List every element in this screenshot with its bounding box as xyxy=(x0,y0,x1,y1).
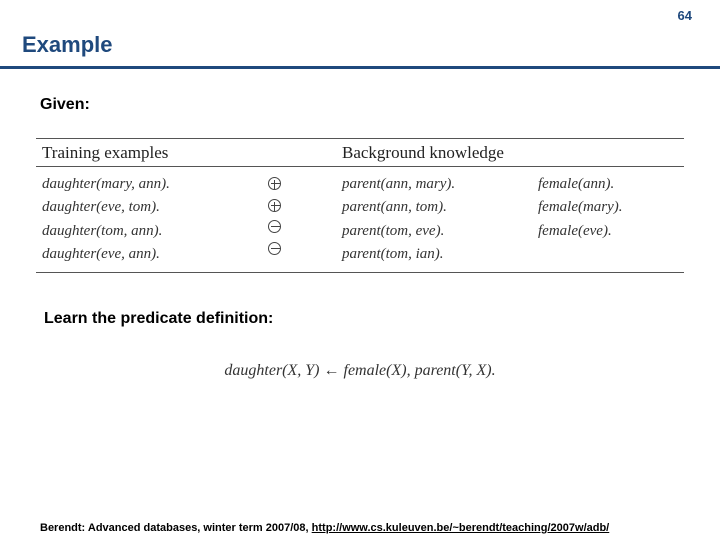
given-label: Given: xyxy=(40,96,90,114)
footer-link[interactable]: http://www.cs.kuleuven.be/~berendt/teach… xyxy=(312,522,610,534)
label-minus xyxy=(268,238,342,260)
bg-item: parent(ann, tom). xyxy=(342,196,538,219)
plus-icon xyxy=(268,199,281,212)
header-training: Training examples xyxy=(42,143,342,163)
plus-icon xyxy=(268,177,281,190)
table-header-row: Training examples Background knowledge xyxy=(36,139,684,166)
bg-item: female(ann). xyxy=(538,173,678,196)
training-item: daughter(mary, ann). xyxy=(42,173,268,196)
background-column-1: parent(ann, mary). parent(ann, tom). par… xyxy=(342,173,538,266)
minus-icon xyxy=(268,220,281,233)
label-column xyxy=(268,173,342,266)
bg-item: female(mary). xyxy=(538,196,678,219)
table-rule-bottom xyxy=(36,272,684,273)
footer: Berendt: Advanced databases, winter term… xyxy=(40,522,700,534)
label-plus xyxy=(268,195,342,217)
training-column: daughter(mary, ann). daughter(eve, tom).… xyxy=(42,173,268,266)
bg-item: parent(tom, eve). xyxy=(342,220,538,243)
bg-item: parent(tom, ian). xyxy=(342,243,538,266)
bg-item: parent(ann, mary). xyxy=(342,173,538,196)
label-minus xyxy=(268,216,342,238)
page-number: 64 xyxy=(678,8,692,23)
training-item: daughter(tom, ann). xyxy=(42,220,268,243)
minus-icon xyxy=(268,242,281,255)
training-item: daughter(eve, ann). xyxy=(42,243,268,266)
learn-label: Learn the predicate definition: xyxy=(44,310,273,328)
training-item: daughter(eve, tom). xyxy=(42,196,268,219)
table-body: daughter(mary, ann). daughter(eve, tom).… xyxy=(36,167,684,272)
background-column-2: female(ann). female(mary). female(eve). xyxy=(538,173,678,266)
header-background: Background knowledge xyxy=(342,143,678,163)
predicate-definition: daughter(X, Y) ← female(X), parent(Y, X)… xyxy=(0,362,720,380)
bg-item: female(eve). xyxy=(538,220,678,243)
slide-title: Example xyxy=(22,32,113,58)
example-table: Training examples Background knowledge d… xyxy=(36,138,684,273)
footer-text: Berendt: Advanced databases, winter term… xyxy=(40,522,312,534)
label-plus xyxy=(268,173,342,195)
title-rule xyxy=(0,66,720,69)
